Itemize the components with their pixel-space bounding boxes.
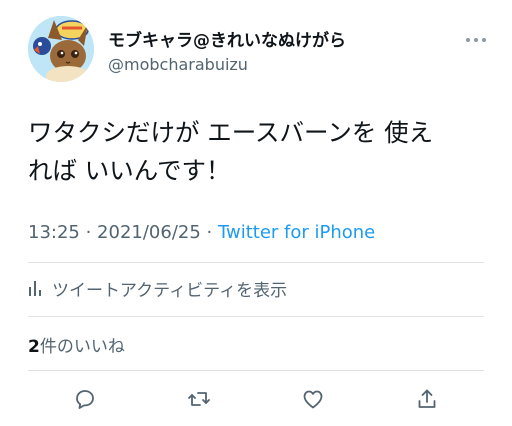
more-dots-icon	[466, 38, 486, 42]
likes-summary[interactable]: 2件のいいね	[28, 332, 125, 357]
retweet-icon	[188, 392, 210, 406]
reply-button[interactable]	[70, 384, 100, 414]
user-handle[interactable]: @mobcharabuizu	[108, 55, 248, 74]
more-options-button[interactable]	[462, 30, 490, 50]
tweet-time[interactable]: 13:25	[28, 222, 80, 243]
tweet-meta: 13:25 · 2021/06/25 · Twitter for iPhone	[28, 222, 375, 243]
view-activity-button[interactable]: ツイートアクティビティを表示	[28, 276, 288, 301]
divider	[28, 370, 484, 371]
display-name[interactable]: モブキャラ@きれいなぬけがら	[108, 26, 346, 51]
avatar[interactable]	[28, 16, 94, 82]
avatar-image	[28, 16, 94, 82]
divider	[28, 262, 484, 263]
share-button[interactable]	[412, 384, 442, 414]
meta-separator: ·	[79, 222, 98, 243]
analytics-icon	[29, 281, 41, 296]
share-icon	[418, 389, 436, 408]
likes-count: 2	[28, 337, 40, 357]
reply-icon	[76, 390, 94, 409]
likes-label: 件のいいね	[39, 337, 125, 357]
tweet-date[interactable]: 2021/06/25	[97, 222, 201, 243]
meta-separator: ·	[200, 222, 218, 243]
retweet-button[interactable]	[184, 384, 214, 414]
tweet-source-link[interactable]: Twitter for iPhone	[218, 222, 375, 243]
tweet-text-line-2: れば いいんです！	[28, 156, 231, 185]
tweet-text: ワタクシだけが エースバーンを 使え れば いいんです！	[28, 114, 488, 190]
tweet-text-line-1: ワタクシだけが エースバーンを 使え	[28, 118, 434, 147]
like-button[interactable]	[298, 384, 328, 414]
view-activity-label: ツイートアクティビティを表示	[52, 280, 288, 301]
heart-icon	[303, 390, 323, 409]
divider	[28, 316, 484, 317]
